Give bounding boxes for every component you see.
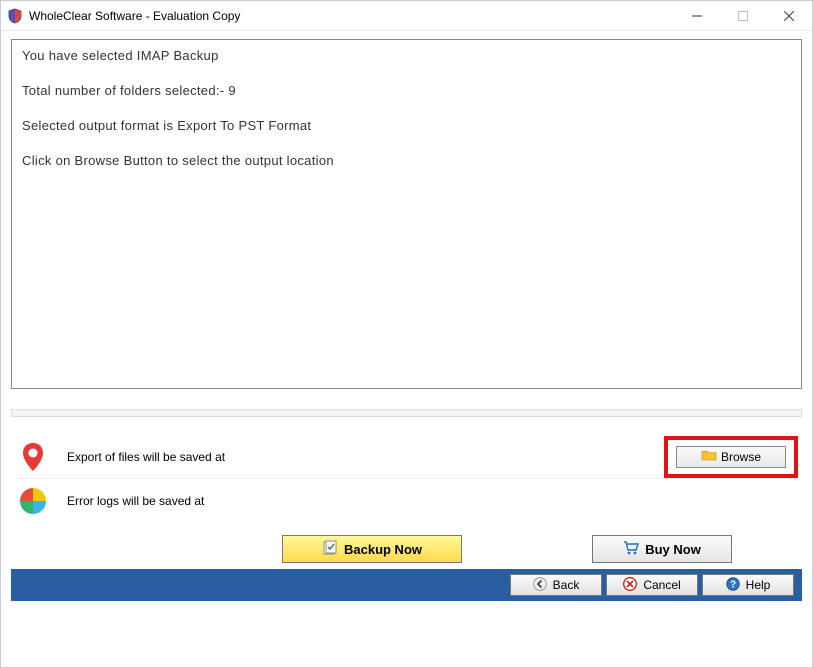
- browse-button[interactable]: Browse: [676, 446, 786, 468]
- info-line: Selected output format is Export To PST …: [22, 118, 791, 135]
- window-title: WholeClear Software - Evaluation Copy: [29, 9, 674, 23]
- action-buttons: Backup Now Buy Now: [11, 535, 802, 563]
- bottom-bar: Back Cancel ? Help: [11, 569, 802, 601]
- cancel-button[interactable]: Cancel: [606, 574, 698, 596]
- app-icon: [7, 8, 23, 24]
- back-button-label: Back: [553, 578, 580, 592]
- back-button[interactable]: Back: [510, 574, 602, 596]
- buy-now-label: Buy Now: [645, 542, 701, 557]
- folder-icon: [701, 448, 717, 465]
- cancel-icon: [623, 577, 637, 594]
- error-log-label: Error logs will be saved at: [67, 494, 796, 508]
- buy-now-button[interactable]: Buy Now: [592, 535, 732, 563]
- output-rows: Export of files will be saved at Browse: [11, 435, 802, 523]
- error-log-row: Error logs will be saved at: [17, 479, 796, 523]
- close-button[interactable]: [766, 1, 812, 31]
- location-pin-icon: [17, 441, 49, 473]
- cancel-button-label: Cancel: [643, 578, 680, 592]
- help-icon: ?: [726, 577, 740, 594]
- help-button-label: Help: [746, 578, 771, 592]
- info-panel: You have selected IMAP Backup Total numb…: [11, 39, 802, 389]
- browse-button-label: Browse: [721, 450, 761, 464]
- content-area: You have selected IMAP Backup Total numb…: [1, 31, 812, 667]
- backup-now-label: Backup Now: [344, 542, 422, 557]
- minimize-button[interactable]: [674, 1, 720, 31]
- svg-text:?: ?: [730, 579, 736, 590]
- titlebar: WholeClear Software - Evaluation Copy: [1, 1, 812, 31]
- path-display-strip: [11, 409, 802, 417]
- info-line: You have selected IMAP Backup: [22, 48, 791, 65]
- info-line: Click on Browse Button to select the out…: [22, 153, 791, 170]
- browse-highlight: Browse: [664, 436, 798, 478]
- maximize-button[interactable]: [720, 1, 766, 31]
- window-controls: [674, 1, 812, 31]
- help-button[interactable]: ? Help: [702, 574, 794, 596]
- info-line: Total number of folders selected:- 9: [22, 83, 791, 100]
- pie-chart-icon: [17, 485, 49, 517]
- export-location-row: Export of files will be saved at Browse: [17, 435, 796, 479]
- backup-now-button[interactable]: Backup Now: [282, 535, 462, 563]
- back-arrow-icon: [533, 577, 547, 594]
- backup-icon: [322, 540, 338, 559]
- cart-icon: [623, 540, 639, 559]
- export-location-label: Export of files will be saved at: [67, 450, 664, 464]
